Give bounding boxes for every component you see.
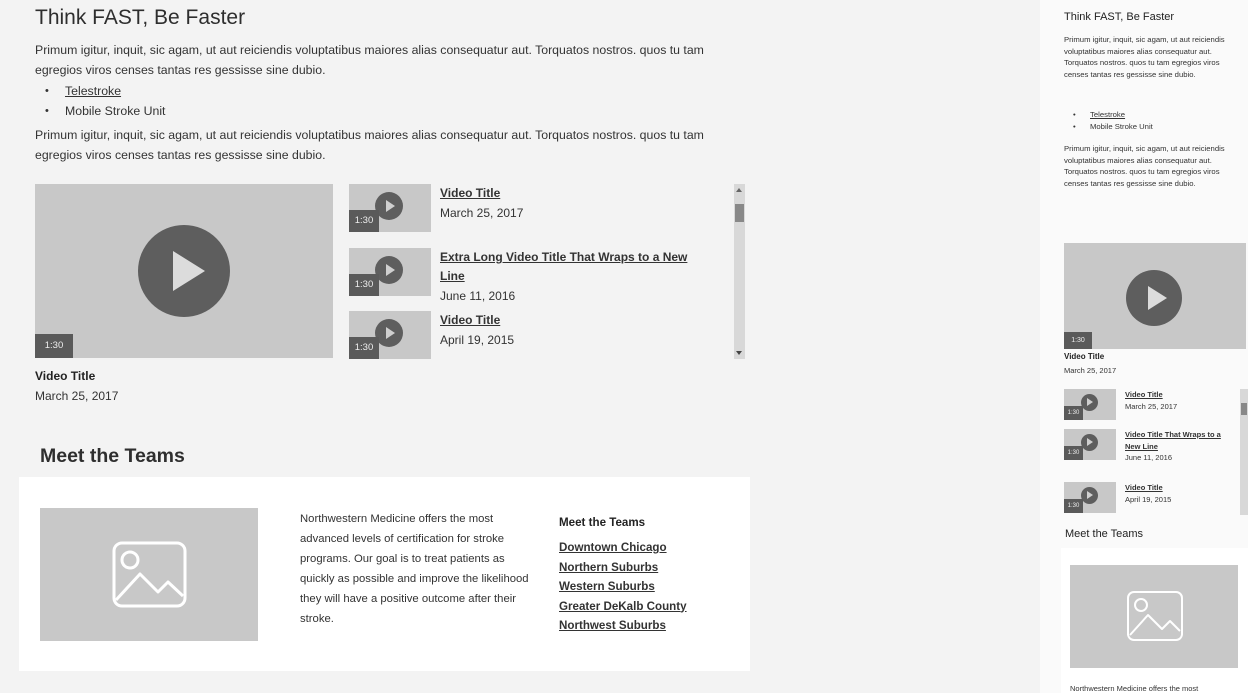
scrollbar-thumb[interactable] xyxy=(735,204,744,222)
image-placeholder xyxy=(1070,565,1238,668)
video-date: April 19, 2015 xyxy=(1125,494,1172,504)
video-title-link[interactable]: Video Title xyxy=(1125,482,1225,494)
play-icon[interactable] xyxy=(1081,394,1098,411)
list-item: Mobile Stroke Unit xyxy=(45,101,165,121)
video-thumbnail[interactable]: 1:30 xyxy=(1064,389,1116,420)
play-icon[interactable] xyxy=(1081,434,1098,451)
scrollbar-thumb[interactable] xyxy=(1241,403,1247,415)
teams-links-heading: Meet the Teams xyxy=(559,516,646,529)
video-thumbnail[interactable]: 1:30 xyxy=(1064,429,1116,460)
mobile-featured-video-player[interactable]: 1:30 xyxy=(1064,243,1246,349)
list-item[interactable]: Telestroke xyxy=(45,81,165,101)
video-title-link[interactable]: Video Title That Wraps to a New Line xyxy=(1125,429,1225,452)
mobile-featured-video-date: March 25, 2017 xyxy=(1064,366,1117,375)
play-icon[interactable] xyxy=(375,319,403,347)
video-title-link[interactable]: Extra Long Video Title That Wraps to a N… xyxy=(440,248,700,286)
intro-paragraph: Primum igitur, inquit, sic agam, ut aut … xyxy=(35,43,704,77)
mobile-video-playlist[interactable]: 1:30 Video Title March 25, 2017 1:30 Vid… xyxy=(1064,389,1248,515)
image-icon xyxy=(112,541,187,608)
mobile-teams-heading: Meet the Teams xyxy=(1065,528,1144,540)
video-title-link[interactable]: Video Title xyxy=(1125,389,1225,401)
teams-card: Northwestern Medicine offers the most ad… xyxy=(19,477,750,671)
image-icon xyxy=(1127,591,1183,641)
featured-video-date: March 25, 2017 xyxy=(35,389,119,403)
team-link-western-suburbs[interactable]: Western Suburbs xyxy=(559,580,655,593)
play-icon[interactable] xyxy=(375,192,403,220)
duration-badge: 1:30 xyxy=(1064,406,1083,420)
duration-badge: 1:30 xyxy=(1064,332,1092,349)
duration-badge: 1:30 xyxy=(1064,499,1083,513)
duration-badge: 1:30 xyxy=(349,274,379,296)
mobile-playlist-scrollbar[interactable] xyxy=(1240,389,1248,515)
scroll-up-arrow-icon[interactable] xyxy=(736,188,742,192)
play-icon[interactable] xyxy=(1126,270,1182,326)
mobile-second-paragraph: Primum igitur, inquit, sic agam, ut aut … xyxy=(1064,144,1225,188)
video-date: March 25, 2017 xyxy=(440,206,524,220)
featured-video-title: Video Title xyxy=(35,369,96,383)
teams-links: Downtown Chicago Northern Suburbs Wester… xyxy=(559,538,687,636)
video-date: June 11, 2016 xyxy=(440,289,516,303)
mobile-telestroke-link[interactable]: Telestroke xyxy=(1090,110,1125,119)
duration-badge: 1:30 xyxy=(1064,446,1083,460)
scroll-down-arrow-icon[interactable] xyxy=(736,351,742,355)
duration-badge: 1:30 xyxy=(349,210,379,232)
mobile-layout: Think FAST, Be Faster Primum igitur, inq… xyxy=(1040,0,1248,693)
mobile-service-list: Telestroke Mobile Stroke Unit xyxy=(1073,109,1153,133)
video-playlist[interactable]: 1:30 Video Title March 25, 2017 1:30 Ext… xyxy=(349,184,745,359)
mobile-teams-card: Northwestern Medicine offers the most xyxy=(1061,548,1248,693)
teams-description: Northwestern Medicine offers the most ad… xyxy=(300,513,529,625)
video-thumbnail[interactable]: 1:30 xyxy=(1064,482,1116,513)
teams-heading: Meet the Teams xyxy=(40,445,185,467)
mobile-featured-video-title: Video Title xyxy=(1064,352,1105,361)
second-paragraph: Primum igitur, inquit, sic agam, ut aut … xyxy=(35,128,704,162)
page-title: Think FAST, Be Faster xyxy=(35,6,246,29)
video-date: April 19, 2015 xyxy=(440,333,515,347)
play-icon[interactable] xyxy=(375,256,403,284)
video-thumbnail[interactable]: 1:30 xyxy=(349,311,431,359)
service-list: Telestroke Mobile Stroke Unit xyxy=(45,81,165,121)
video-date: March 25, 2017 xyxy=(1125,401,1178,411)
video-title-link[interactable]: Video Title xyxy=(440,311,700,330)
team-link-greater-dekalb-county[interactable]: Greater DeKalb County xyxy=(559,600,687,613)
mobile-page-title: Think FAST, Be Faster xyxy=(1064,11,1175,23)
video-date: June 11, 2016 xyxy=(1125,453,1172,462)
video-thumbnail[interactable]: 1:30 xyxy=(349,184,431,232)
team-link-downtown-chicago[interactable]: Downtown Chicago xyxy=(559,541,667,554)
play-icon[interactable] xyxy=(138,225,230,317)
featured-video-player[interactable]: 1:30 xyxy=(35,184,333,358)
image-placeholder xyxy=(40,508,258,641)
telestroke-link[interactable]: Telestroke xyxy=(65,84,121,98)
video-title-link[interactable]: Video Title xyxy=(440,184,700,203)
play-icon[interactable] xyxy=(1081,487,1098,504)
team-link-northern-suburbs[interactable]: Northern Suburbs xyxy=(559,561,658,574)
video-thumbnail[interactable]: 1:30 xyxy=(349,248,431,296)
playlist-scrollbar[interactable] xyxy=(734,184,745,359)
desktop-layout: Think FAST, Be Faster Primum igitur, inq… xyxy=(0,0,770,693)
mobile-teams-description: Northwestern Medicine offers the most xyxy=(1070,684,1199,693)
team-link-northwest-suburbs[interactable]: Northwest Suburbs xyxy=(559,619,666,632)
duration-badge: 1:30 xyxy=(35,334,73,358)
duration-badge: 1:30 xyxy=(349,337,379,359)
mobile-intro-paragraph: Primum igitur, inquit, sic agam, ut aut … xyxy=(1064,35,1225,79)
